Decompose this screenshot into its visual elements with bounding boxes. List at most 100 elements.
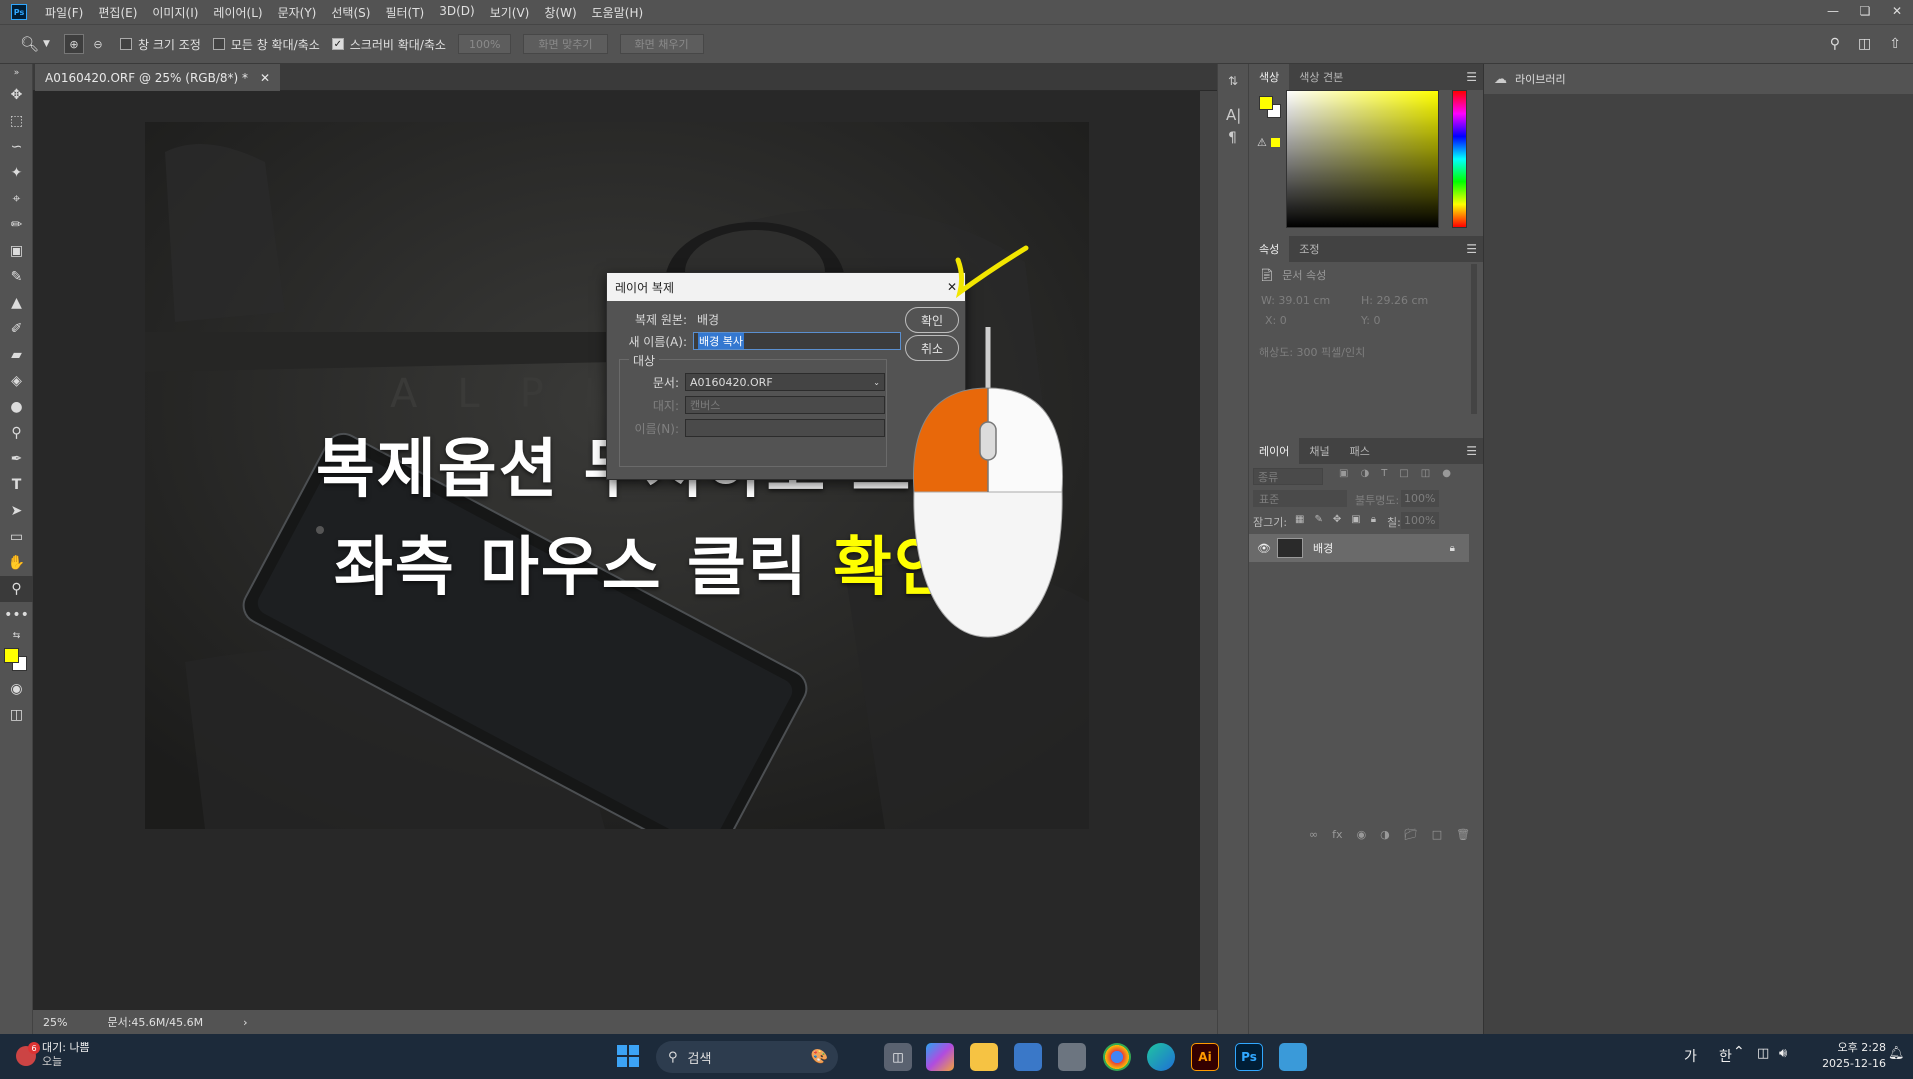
zoom-out-icon[interactable]: ⊖ — [88, 34, 108, 54]
pen-tool-icon[interactable]: ✒ — [0, 446, 33, 472]
weather-widget[interactable]: 대기: 나쁨 오늘 — [42, 1041, 90, 1069]
workspace-icon[interactable]: ◫ — [1858, 36, 1871, 52]
weather-widget-icon[interactable]: 6 — [16, 1042, 40, 1068]
close-icon[interactable]: ✕ — [1881, 0, 1913, 22]
blend-mode-select[interactable]: 표준 — [1253, 490, 1347, 507]
type-tool-icon[interactable]: T — [0, 472, 33, 498]
minimize-icon[interactable]: — — [1817, 0, 1849, 22]
task-view-icon[interactable]: ◫ — [884, 1043, 912, 1071]
document-select[interactable]: A0160420.ORF ⌄ — [685, 373, 885, 391]
lock-image-icon[interactable]: ✎ — [1314, 514, 1322, 525]
zoom-percent-field[interactable]: 100% — [457, 34, 512, 54]
photoshop-taskbar-icon[interactable]: Ps — [1235, 1043, 1263, 1071]
restore-icon[interactable]: ❏ — [1849, 0, 1881, 22]
add-mask-icon[interactable]: ◉ — [1357, 828, 1367, 841]
tab-paths[interactable]: 패스 — [1340, 438, 1380, 464]
brush-tool-icon[interactable]: ✎ — [0, 264, 33, 290]
type-filter-icon[interactable]: T — [1381, 468, 1387, 479]
tab-properties[interactable]: 속성 — [1249, 236, 1290, 262]
start-windows-icon[interactable] — [617, 1045, 639, 1067]
tab-swatches[interactable]: 색상 견본 — [1289, 64, 1353, 90]
clock[interactable]: 오후 2:28 2025-12-16 — [1812, 1040, 1886, 1072]
copilot-icon[interactable] — [926, 1043, 954, 1071]
tab-channels[interactable]: 채널 — [1299, 438, 1339, 464]
chevron-right-icon[interactable]: › — [243, 1016, 247, 1029]
fit-screen-button[interactable]: 화면 맞추기 — [523, 34, 608, 54]
clone-stamp-tool-icon[interactable]: ▲ — [0, 290, 33, 316]
menu-view[interactable]: 보기(V) — [490, 4, 530, 21]
paint-bucket-tool-icon[interactable]: ◈ — [0, 368, 33, 394]
tab-layers[interactable]: 레이어 — [1249, 438, 1300, 464]
checkbox[interactable] — [212, 38, 225, 50]
search-icon[interactable]: ⚲ — [1830, 36, 1840, 52]
healing-brush-tool-icon[interactable]: ▣ — [0, 238, 33, 264]
marquee-tool-icon[interactable]: ⬚ — [0, 108, 33, 134]
notepad-icon[interactable] — [1279, 1043, 1307, 1071]
menu-image[interactable]: 이미지(I) — [152, 4, 198, 21]
menu-file[interactable]: 파일(F) — [45, 4, 83, 21]
fill-screen-button[interactable]: 화면 채우기 — [619, 34, 704, 54]
menu-select[interactable]: 선택(S) — [331, 4, 370, 21]
pixel-filter-icon[interactable]: ▣ — [1339, 468, 1348, 479]
lock-all-icon[interactable]: 🔒︎ — [1371, 514, 1376, 525]
menu-type[interactable]: 문자(Y) — [278, 4, 317, 21]
checkbox-checked[interactable]: ✓ — [331, 38, 344, 50]
character-panel-icon[interactable]: A| — [1226, 106, 1241, 124]
status-zoom[interactable]: 25% — [43, 1016, 67, 1029]
panel-menu-icon[interactable]: ☰ — [1466, 70, 1477, 84]
delete-layer-icon[interactable]: 🗑︎ — [1456, 828, 1470, 841]
menu-edit[interactable]: 편집(E) — [98, 4, 137, 21]
blur-tool-icon[interactable]: ● — [0, 394, 33, 420]
microsoft-store-icon[interactable] — [1014, 1043, 1042, 1071]
scrubby-zoom-option[interactable]: ✓ 스크러비 확대/축소 — [331, 36, 446, 53]
tab-color[interactable]: 색상 — [1249, 64, 1290, 90]
link-layers-icon[interactable]: ∞ — [1309, 828, 1318, 841]
more-tools-icon[interactable]: ••• — [0, 602, 33, 628]
adjustment-filter-icon[interactable]: ◑ — [1360, 468, 1369, 479]
crop-tool-icon[interactable]: ⌖ — [0, 186, 33, 212]
zoom-tool-preset[interactable]: 🔍︎ ▼ — [20, 35, 50, 53]
close-tab-icon[interactable]: ✕ — [260, 71, 270, 85]
volume-icon[interactable]: 🔊︎ — [1779, 1046, 1787, 1061]
visibility-eye-icon[interactable]: 👁︎ — [1257, 542, 1271, 555]
illustrator-icon[interactable]: Ai — [1191, 1043, 1219, 1071]
file-explorer-icon[interactable] — [970, 1043, 998, 1071]
layer-row[interactable]: 👁︎ 배경 🔒︎ — [1249, 534, 1469, 562]
taskbar-search-box[interactable]: ⚲ 검색 🎨 — [656, 1041, 838, 1073]
eraser-tool-icon[interactable]: ▰ — [0, 342, 33, 368]
smart-object-filter-icon[interactable]: ◫ — [1421, 468, 1430, 479]
new-group-icon[interactable]: 📁︎ — [1404, 828, 1418, 841]
paragraph-panel-icon[interactable]: ¶ — [1228, 130, 1237, 146]
rectangle-tool-icon[interactable]: ▭ — [0, 524, 33, 550]
foreground-color-chip[interactable] — [1259, 96, 1273, 110]
menu-help[interactable]: 도움말(H) — [592, 4, 644, 21]
path-selection-tool-icon[interactable]: ➤ — [0, 498, 33, 524]
filter-toggle-icon[interactable]: ● — [1442, 468, 1451, 479]
magic-wand-tool-icon[interactable]: ✦ — [0, 160, 33, 186]
collapse-icon[interactable]: » — [0, 64, 33, 82]
hue-slider[interactable] — [1452, 90, 1467, 228]
shape-filter-icon[interactable]: □ — [1399, 468, 1408, 479]
history-panel-icon[interactable]: ⇅ — [1228, 74, 1238, 88]
menu-filter[interactable]: 필터(T) — [385, 4, 424, 21]
tab-adjustments[interactable]: 조정 — [1289, 236, 1329, 262]
eyedropper-tool-icon[interactable]: ✏ — [0, 212, 33, 238]
lock-artboard-icon[interactable]: ▣ — [1351, 514, 1360, 525]
color-field[interactable] — [1286, 90, 1439, 228]
zoom-all-option[interactable]: 모든 창 확대/축소 — [212, 36, 320, 53]
quick-mask-icon[interactable]: ◉ — [0, 676, 33, 702]
notification-icon[interactable]: 🔔︎ — [1888, 1046, 1905, 1061]
edge-icon[interactable] — [1147, 1043, 1175, 1071]
hand-tool-icon[interactable]: ✋ — [0, 550, 33, 576]
menu-window[interactable]: 창(W) — [544, 4, 576, 21]
share-icon[interactable]: ⇧ — [1889, 36, 1901, 52]
zoom-in-icon[interactable]: ⊕ — [63, 34, 84, 54]
new-layer-icon[interactable]: □ — [1432, 828, 1442, 841]
menu-layer[interactable]: 레이어(L) — [213, 4, 262, 21]
opacity-field[interactable]: 100% — [1401, 490, 1439, 507]
chrome-icon[interactable] — [1103, 1043, 1131, 1071]
panel-menu-icon[interactable]: ☰ — [1466, 444, 1477, 458]
resize-windows-option[interactable]: 창 크기 조정 — [119, 36, 201, 53]
lock-transparent-icon[interactable]: ▦ — [1295, 514, 1304, 525]
lasso-tool-icon[interactable]: ∽ — [0, 134, 33, 160]
